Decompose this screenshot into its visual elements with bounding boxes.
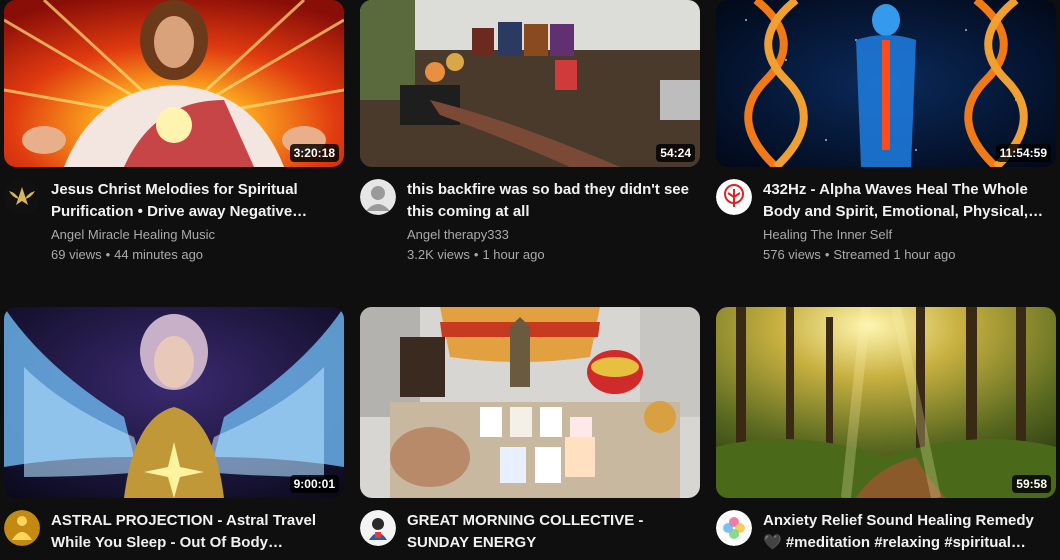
view-count: 576 views — [763, 247, 821, 262]
channel-avatar[interactable] — [4, 179, 40, 215]
character-avatar-icon — [360, 510, 396, 546]
duration-badge: 54:24 — [656, 144, 695, 162]
video-thumbnail[interactable]: 11:54:59 — [716, 0, 1056, 167]
video-title[interactable]: GREAT MORNING COLLECTIVE - SUNDAY ENERGY — [407, 510, 700, 554]
upload-age: Streamed 1 hour ago — [833, 247, 956, 262]
video-title[interactable]: Jesus Christ Melodies for Spiritual Puri… — [51, 179, 344, 223]
video-title[interactable]: this backfire was so bad they didn't see… — [407, 179, 700, 223]
video-card[interactable]: 11:54:59 432Hz - Alpha Waves Heal The Wh… — [716, 0, 1056, 265]
jesus-radiant-thumbnail — [4, 0, 344, 167]
winged-angel-thumbnail — [4, 307, 344, 498]
red-tree-logo-icon — [716, 179, 752, 215]
video-card[interactable]: 3:20:18 Jesus Christ Melodies for Spirit… — [4, 0, 344, 265]
channel-avatar[interactable] — [716, 510, 752, 546]
upload-age: 44 minutes ago — [114, 247, 204, 262]
channel-avatar[interactable] — [716, 179, 752, 215]
upload-age: 1 hour ago — [482, 247, 545, 262]
separator-dot: • — [473, 247, 479, 262]
video-stats: 3.2K views • 1 hour ago — [407, 245, 700, 265]
channel-name[interactable]: Angel therapy333 — [407, 225, 700, 245]
sunlit-forest-thumbnail — [716, 307, 1056, 498]
angel-therapy-avatar-icon — [360, 179, 396, 215]
duration-badge: 3:20:18 — [289, 144, 339, 162]
channel-name[interactable]: Angel Miracle Healing Music — [51, 225, 344, 245]
separator-dot: • — [105, 247, 111, 262]
video-thumbnail[interactable]: 3:20:18 — [4, 0, 344, 167]
video-thumbnail[interactable] — [360, 307, 700, 498]
video-card[interactable]: 54:24 this backfire was so bad they didn… — [360, 0, 700, 265]
view-count: 3.2K views — [407, 247, 470, 262]
tarot-cards-table-thumbnail — [360, 0, 700, 167]
duration-badge: 11:54:59 — [995, 144, 1051, 162]
video-grid: 3:20:18 Jesus Christ Melodies for Spirit… — [0, 0, 1060, 560]
dna-body-thumbnail — [716, 0, 1056, 167]
video-title[interactable]: 432Hz - Alpha Waves Heal The Whole Body … — [763, 179, 1056, 223]
channel-name[interactable]: Healing The Inner Self — [763, 225, 1056, 245]
video-thumbnail[interactable]: 9:00:01 — [4, 307, 344, 498]
video-title[interactable]: ASTRAL PROJECTION - Astral Travel While … — [51, 510, 344, 554]
colorful-mandala-icon — [716, 510, 752, 546]
duration-badge: 9:00:01 — [289, 475, 339, 493]
channel-avatar[interactable] — [360, 510, 396, 546]
view-count: 69 views — [51, 247, 102, 262]
channel-avatar[interactable] — [360, 179, 396, 215]
video-card[interactable]: 59:58 Anxiety Relief Sound Healing Remed… — [716, 307, 1056, 554]
channel-avatar[interactable] — [4, 510, 40, 546]
video-thumbnail[interactable]: 59:58 — [716, 307, 1056, 498]
video-thumbnail[interactable]: 54:24 — [360, 0, 700, 167]
video-stats: 69 views • 44 minutes ago — [51, 245, 344, 265]
video-stats: 576 views • Streamed 1 hour ago — [763, 245, 1056, 265]
separator-dot: • — [824, 247, 830, 262]
golden-meditation-icon — [4, 510, 40, 546]
altar-tarot-thumbnail — [360, 307, 700, 498]
duration-badge: 59:58 — [1012, 475, 1051, 493]
video-card[interactable]: GREAT MORNING COLLECTIVE - SUNDAY ENERGY — [360, 307, 700, 554]
angel-logo-icon — [4, 179, 40, 215]
video-card[interactable]: 9:00:01 ASTRAL PROJECTION - Astral Trave… — [4, 307, 344, 554]
video-title[interactable]: Anxiety Relief Sound Healing Remedy 🖤 #m… — [763, 510, 1056, 554]
